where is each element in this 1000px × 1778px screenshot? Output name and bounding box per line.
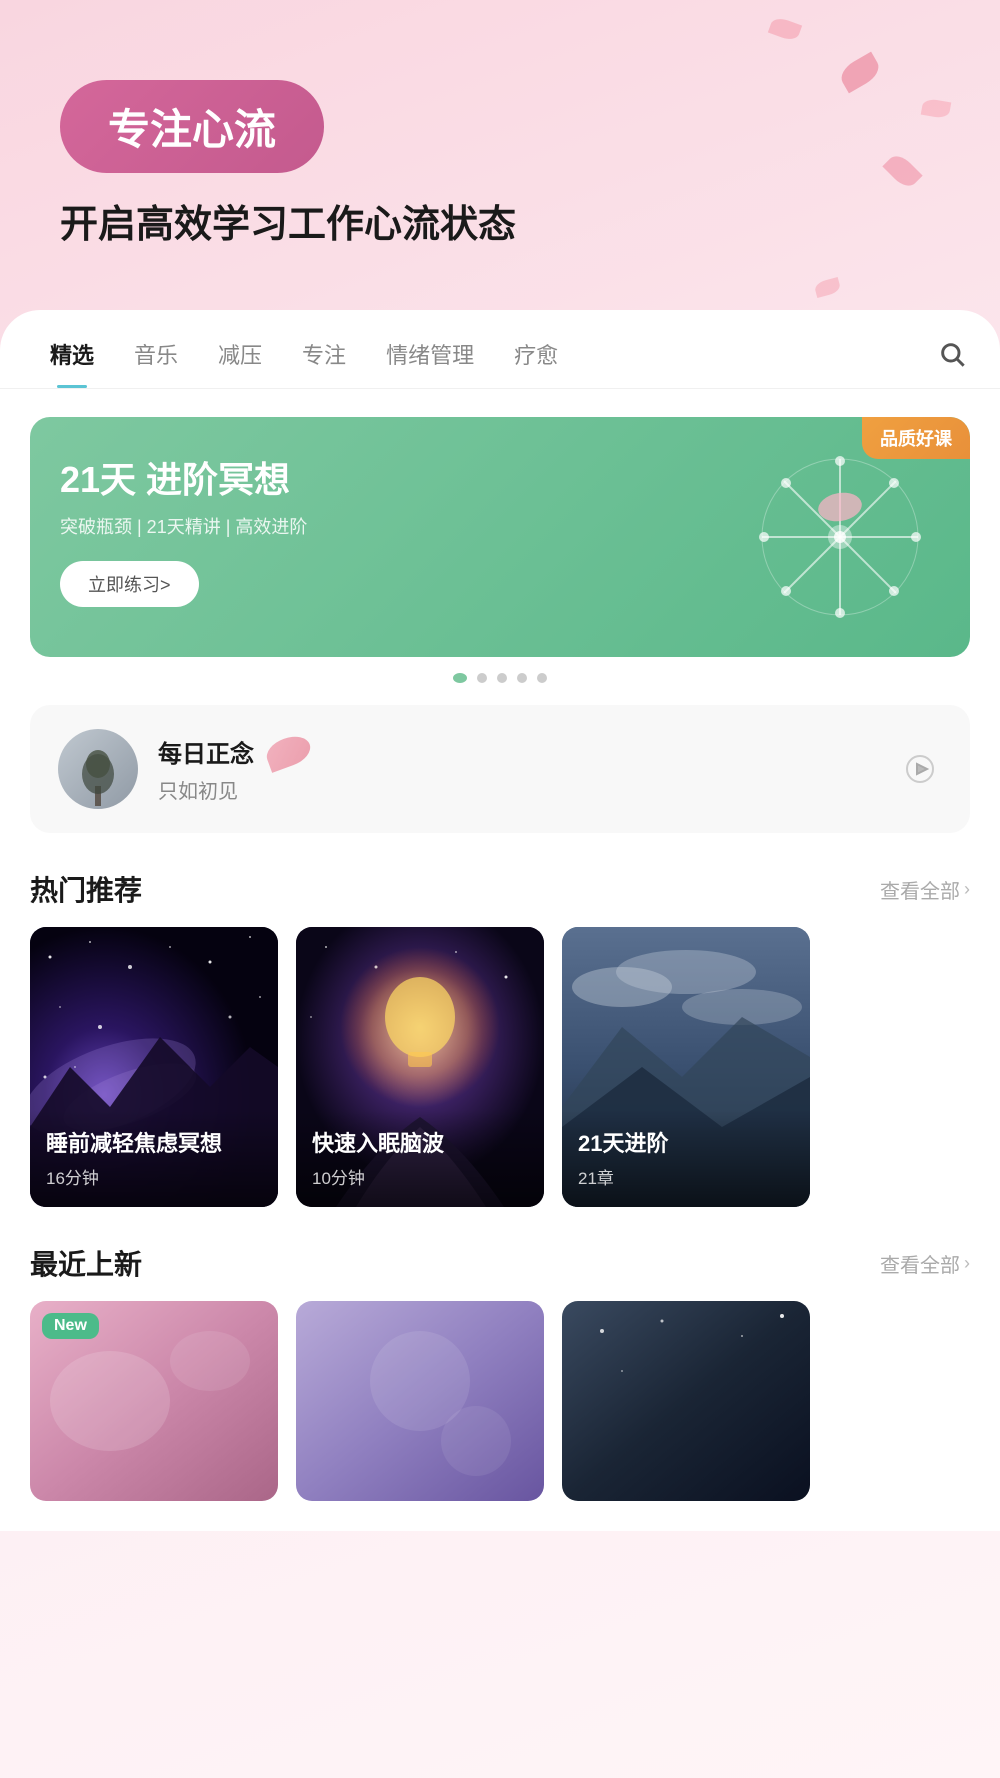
daily-subtitle: 只如初见 [158,775,878,804]
windmill-icon [750,447,930,627]
tab-featured[interactable]: 精选 [30,338,114,388]
card-title-1: 睡前减轻焦虑冥想 [46,1126,262,1158]
banner-section: 品质好课 21天 进阶冥想 突破瓶颈 | 21天精讲 | 高效进阶 立即练习> [30,417,970,683]
new-card-2-image [296,1301,544,1501]
tab-focus[interactable]: 专注 [282,338,366,388]
dot-1[interactable] [453,673,467,683]
card-overlay-2: 快速入眠脑波 10分钟 [296,1110,544,1207]
new-card-3[interactable] [562,1301,810,1501]
hot-section-header: 热门推荐 查看全部 › [0,833,1000,927]
daily-title-row: 每日正念 [158,734,878,769]
new-card-2[interactable] [296,1301,544,1501]
banner-cta-button[interactable]: 立即练习> [60,561,199,607]
banner: 品质好课 21天 进阶冥想 突破瓶颈 | 21天精讲 | 高效进阶 立即练习> [30,417,970,657]
chevron-right-icon: › [964,879,970,900]
daily-info: 每日正念 只如初见 [158,734,878,804]
petal-icon [263,731,315,773]
hot-card-2[interactable]: 快速入眠脑波 10分钟 [296,927,544,1207]
hero-subtitle: 开启高效学习工作心流状态 [60,201,940,250]
tab-bar: 精选 音乐 减压 专注 情绪管理 疗愈 [0,310,1000,389]
daily-mindfulness-card: 每日正念 只如初见 [30,705,970,833]
hot-cards-container: 睡前减轻焦虑冥想 16分钟 [0,927,1000,1207]
new-card-3-image [562,1301,810,1501]
play-icon [905,754,935,784]
tree-icon [73,744,123,809]
card-meta-1: 16分钟 [46,1164,262,1189]
new-badge: New [42,1313,99,1339]
hot-more-label: 查看全部 [880,875,960,904]
search-icon [938,340,966,368]
hot-card-1[interactable]: 睡前减轻焦虑冥想 16分钟 [30,927,278,1207]
dot-2[interactable] [477,673,487,683]
new-card-1[interactable]: New [30,1301,278,1501]
dot-4[interactable] [517,673,527,683]
card-meta-2: 10分钟 [312,1164,528,1189]
card-title-3: 21天进阶 [578,1126,794,1158]
hot-card-3[interactable]: 21天进阶 21章 [562,927,810,1207]
card-overlay-3: 21天进阶 21章 [562,1110,810,1207]
new-section-more-button[interactable]: 查看全部 › [880,1249,970,1278]
hero-badge: 专注心流 [60,80,324,173]
tab-music[interactable]: 音乐 [114,338,198,388]
daily-avatar [58,729,138,809]
tab-stress[interactable]: 减压 [198,338,282,388]
hot-section-more-button[interactable]: 查看全部 › [880,875,970,904]
new-more-label: 查看全部 [880,1249,960,1278]
tab-emotion[interactable]: 情绪管理 [366,338,494,388]
hero-section: 专注心流 开启高效学习工作心流状态 [0,0,1000,280]
new-section-title: 最近上新 [30,1243,142,1283]
card-title-2: 快速入眠脑波 [312,1126,528,1158]
dot-3[interactable] [497,673,507,683]
banner-image [750,447,950,637]
tab-heal[interactable]: 疗愈 [494,338,578,388]
dot-5[interactable] [537,673,547,683]
search-button[interactable] [934,345,970,381]
card-meta-3: 21章 [578,1164,794,1189]
hot-section-title: 热门推荐 [30,869,142,909]
chevron-right-icon-2: › [964,1253,970,1274]
main-card: 精选 音乐 减压 专注 情绪管理 疗愈 品质好课 21天 进阶冥想 突破瓶颈 |… [0,310,1000,1531]
banner-dots [30,673,970,683]
new-section-header: 最近上新 查看全部 › [0,1207,1000,1301]
new-cards-container: New [0,1301,1000,1501]
daily-play-button[interactable] [898,747,942,791]
daily-title: 每日正念 [158,734,254,769]
card-overlay-1: 睡前减轻焦虑冥想 16分钟 [30,1110,278,1207]
